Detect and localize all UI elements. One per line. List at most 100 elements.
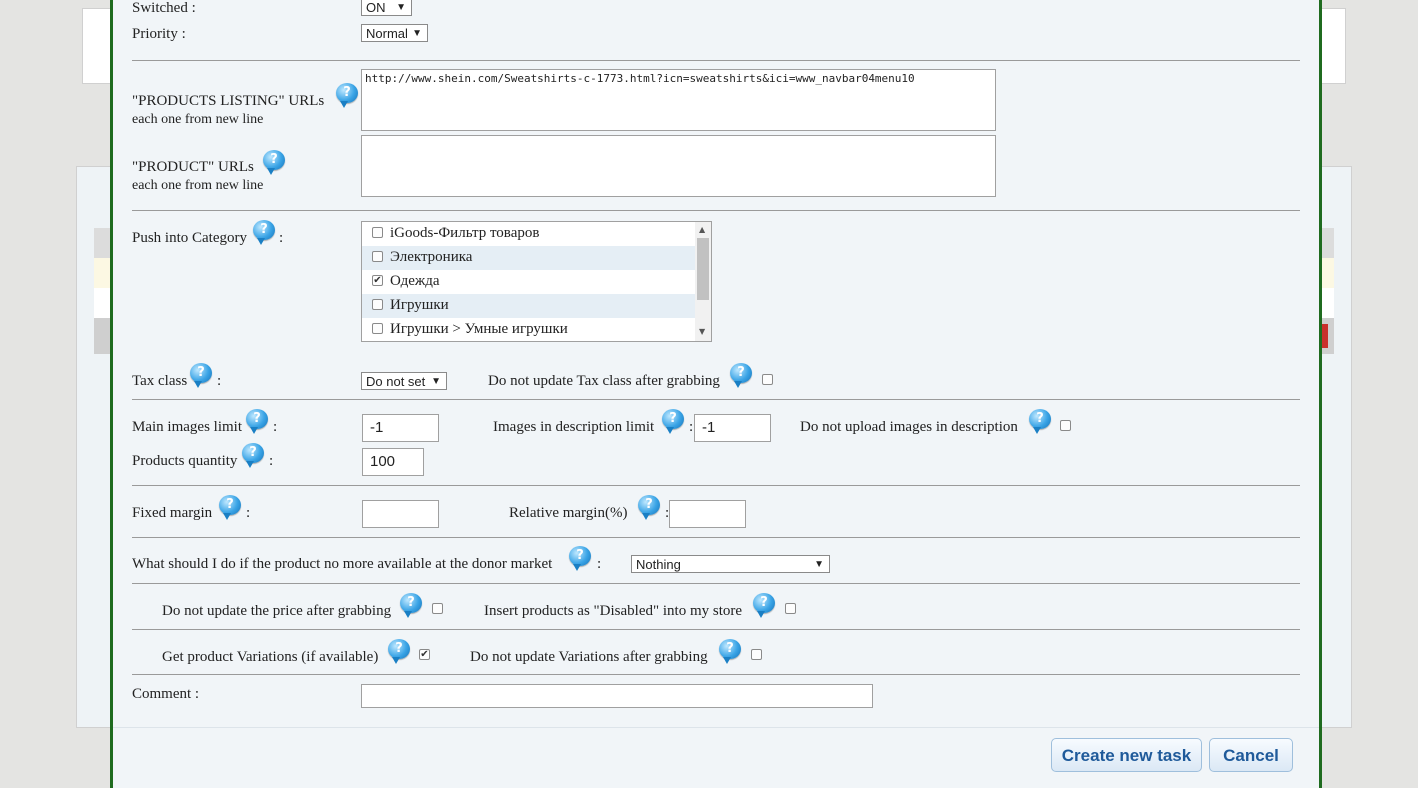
divider (132, 674, 1300, 675)
chevron-down-icon: ▼ (431, 376, 441, 387)
main-images-colon: : (273, 419, 278, 435)
divider (132, 399, 1300, 400)
chevron-down-icon: ▼ (814, 559, 824, 570)
category-item-label: Электроника (390, 249, 473, 265)
product-urls-label: "PRODUCT" URLs (132, 159, 254, 175)
tax-class-colon: : (217, 373, 222, 389)
unavailable-label: What should I do if the product no more … (132, 556, 553, 572)
switched-select[interactable]: ON ▼ (361, 0, 412, 16)
help-icon[interactable]: ? (246, 409, 268, 434)
help-icon[interactable]: ? (336, 83, 358, 108)
help-icon[interactable]: ? (569, 546, 591, 571)
unavailable-value: Nothing (636, 557, 681, 572)
chevron-down-icon: ▼ (396, 2, 406, 13)
no-update-tax-checkbox[interactable] (762, 374, 773, 385)
product-urls-sublabel: each one from new line (132, 178, 264, 193)
cancel-button[interactable]: Cancel (1209, 738, 1293, 772)
help-icon[interactable]: ? (190, 363, 212, 388)
priority-select[interactable]: Normal ▼ (361, 24, 428, 42)
category-checkbox[interactable] (372, 251, 383, 262)
unavailable-select[interactable]: Nothing ▼ (631, 555, 830, 573)
priority-value: Normal (366, 26, 408, 41)
scrollbar-thumb[interactable] (697, 238, 709, 300)
desc-images-colon: : (689, 419, 694, 435)
no-update-price-checkbox[interactable] (432, 603, 443, 614)
help-icon[interactable]: ? (1029, 409, 1051, 434)
category-listbox[interactable]: iGoods-Фильтр товаров Электроника ✔ Одеж… (361, 221, 712, 342)
help-icon[interactable]: ? (662, 409, 684, 434)
fixed-margin-label: Fixed margin (132, 505, 213, 521)
comment-label: Comment : (132, 686, 200, 702)
switched-label: Switched : (132, 0, 196, 16)
listbox-scrollbar[interactable]: ▲ ▼ (695, 222, 711, 341)
fixed-margin-colon: : (246, 505, 251, 521)
listing-urls-sublabel: each one from new line (132, 112, 264, 127)
scroll-up-icon[interactable]: ▲ (699, 225, 705, 234)
category-item[interactable]: iGoods-Фильтр товаров (362, 222, 695, 246)
tax-class-label: Tax class (132, 373, 188, 389)
main-images-label: Main images limit (132, 419, 242, 435)
help-icon[interactable]: ? (219, 495, 241, 520)
divider (132, 210, 1300, 211)
tax-class-value: Do not set (366, 374, 426, 389)
no-upload-desc-images-label: Do not upload images in description (800, 419, 1018, 435)
listing-urls-textarea[interactable]: http://www.shein.com/Sweatshirts-c-1773.… (361, 69, 996, 131)
priority-label: Priority : (132, 26, 186, 42)
help-icon[interactable]: ? (719, 639, 741, 664)
listing-urls-label: "PRODUCTS LISTING" URLs (132, 93, 325, 109)
category-item-label: iGoods-Фильтр товаров (390, 225, 540, 241)
relative-margin-input[interactable] (669, 500, 746, 528)
fixed-margin-input[interactable] (362, 500, 439, 528)
category-colon: : (279, 230, 284, 246)
relative-margin-label: Relative margin(%) (509, 505, 628, 521)
divider (132, 537, 1300, 538)
divider (132, 629, 1300, 630)
create-task-button[interactable]: Create new task (1051, 738, 1202, 772)
help-icon[interactable]: ? (242, 443, 264, 468)
divider (132, 583, 1300, 584)
modal-footer-divider (113, 727, 1319, 728)
help-icon[interactable]: ? (638, 495, 660, 520)
category-checkbox-checked[interactable]: ✔ (372, 275, 383, 286)
no-update-price-label: Do not update the price after grabbing (162, 603, 392, 619)
main-images-input[interactable]: -1 (362, 414, 439, 442)
switched-value: ON (366, 0, 386, 15)
no-update-variations-checkbox[interactable] (751, 649, 762, 660)
category-item[interactable]: Электроника (362, 246, 695, 270)
comment-input[interactable] (361, 684, 873, 708)
category-item-label: Игрушки (390, 297, 449, 313)
no-upload-desc-images-checkbox[interactable] (1060, 420, 1071, 431)
help-icon[interactable]: ? (253, 220, 275, 245)
products-qty-colon: : (269, 453, 274, 469)
no-update-variations-label: Do not update Variations after grabbing (470, 649, 708, 665)
scroll-down-icon[interactable]: ▼ (699, 327, 705, 336)
category-checkbox[interactable] (372, 299, 383, 310)
category-item[interactable]: Игрушки (362, 294, 695, 318)
category-item-label: Игрушки > Умные игрушки (390, 321, 568, 337)
products-qty-label: Products quantity (132, 453, 238, 469)
divider (132, 60, 1300, 61)
category-item[interactable]: ✔ Одежда (362, 270, 695, 294)
tax-class-select[interactable]: Do not set ▼ (361, 372, 447, 390)
task-modal: Switched : ON ▼ Priority : Normal ▼ "PRO… (110, 0, 1322, 788)
desc-images-label: Images in description limit (493, 419, 655, 435)
help-icon[interactable]: ? (400, 593, 422, 618)
desc-images-input[interactable]: -1 (694, 414, 771, 442)
help-icon[interactable]: ? (753, 593, 775, 618)
divider (132, 485, 1300, 486)
help-icon[interactable]: ? (730, 363, 752, 388)
chevron-down-icon: ▼ (412, 28, 422, 39)
no-update-tax-label: Do not update Tax class after grabbing (488, 373, 720, 389)
category-label: Push into Category (132, 230, 247, 246)
insert-disabled-checkbox[interactable] (785, 603, 796, 614)
unavailable-colon: : (597, 556, 602, 572)
category-checkbox[interactable] (372, 323, 383, 334)
category-item[interactable]: Игрушки > Умные игрушки (362, 318, 695, 341)
get-variations-checkbox-checked[interactable]: ✔ (419, 649, 430, 660)
help-icon[interactable]: ? (263, 150, 285, 175)
category-item-label: Одежда (390, 273, 440, 289)
product-urls-textarea[interactable] (361, 135, 996, 197)
category-checkbox[interactable] (372, 227, 383, 238)
products-qty-input[interactable]: 100 (362, 448, 424, 476)
help-icon[interactable]: ? (388, 639, 410, 664)
